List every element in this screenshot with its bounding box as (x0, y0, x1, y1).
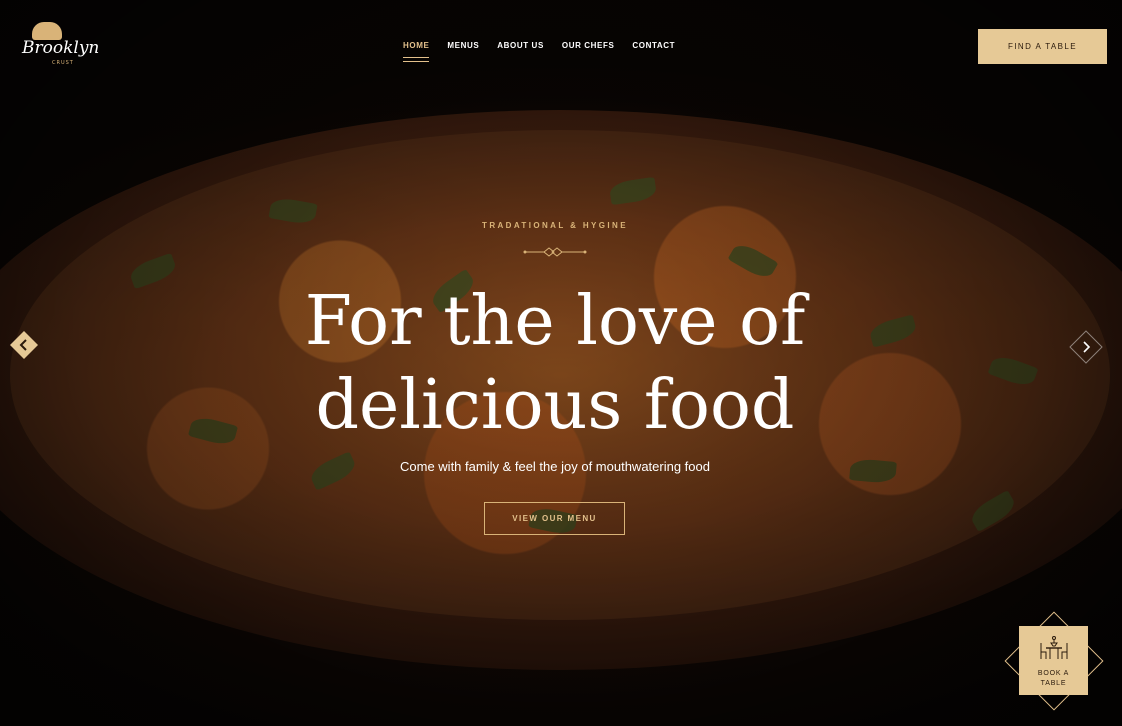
nav-item-contact[interactable]: CONTACT (632, 41, 675, 50)
ornament-divider-icon (523, 247, 587, 257)
hero-subtext: Come with family & feel the joy of mouth… (400, 459, 710, 474)
nav-item-our-chefs[interactable]: OUR CHEFS (562, 41, 615, 50)
book-a-table-label: BOOK A TABLE (1019, 669, 1088, 689)
nav-item-menus[interactable]: MENUS (447, 41, 479, 50)
dining-table-icon (1040, 636, 1068, 659)
view-our-menu-button[interactable]: VIEW OUR MENU (484, 502, 625, 535)
hero-eyebrow: TRADATIONAL & HYGINE (482, 221, 628, 230)
hero-page: Brooklyn CRUST HOME MENUS ABOUT US OUR C… (0, 0, 1122, 726)
main-nav: HOME MENUS ABOUT US OUR CHEFS CONTACT (403, 41, 675, 62)
nav-item-home[interactable]: HOME (403, 41, 430, 62)
book-label-line-1: BOOK A (1037, 670, 1070, 677)
hero-headline: For the love of delicious food (0, 280, 1110, 448)
logo-subtext: CRUST (52, 60, 74, 66)
hero-headline-line-1: For the love of (304, 282, 806, 361)
hero-headline-line-2: delicious food (315, 366, 795, 445)
chevron-right-icon[interactable] (1068, 329, 1104, 365)
book-a-table-widget: BOOK A TABLE (1004, 611, 1104, 711)
brand-logo[interactable]: Brooklyn CRUST (22, 22, 99, 72)
book-a-table-button[interactable]: BOOK A TABLE (1019, 626, 1088, 695)
chevron-left-icon[interactable] (8, 329, 40, 361)
book-label-line-2: TABLE (1040, 680, 1067, 687)
nav-item-about-us[interactable]: ABOUT US (497, 41, 544, 50)
find-a-table-button[interactable]: FIND A TABLE (978, 29, 1107, 64)
logo-text: Brooklyn (22, 38, 100, 58)
